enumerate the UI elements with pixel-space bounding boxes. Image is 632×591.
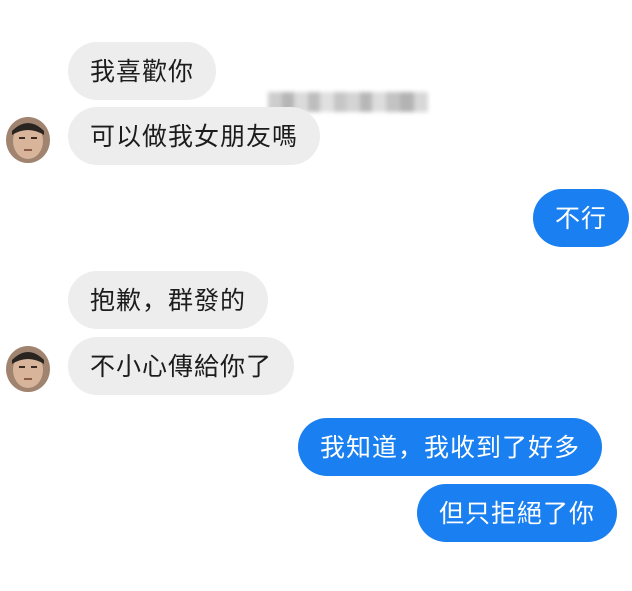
message-text: 抱歉，群發的 [90, 285, 247, 315]
message-text: 不小心傳給你了 [90, 351, 273, 381]
message-bubble-incoming[interactable]: 抱歉，群發的 [68, 271, 269, 329]
avatar[interactable] [6, 117, 50, 163]
user-photo-icon [6, 117, 50, 163]
message-text: 我知道，我收到了好多 [320, 432, 581, 462]
message-text: 但只拒絕了你 [439, 498, 596, 528]
user-photo-icon [6, 346, 50, 392]
message-bubble-incoming[interactable]: 我喜歡你 [68, 42, 217, 100]
message-text: 不行 [555, 203, 608, 233]
message-bubble-incoming[interactable]: 可以做我女朋友嗎 [68, 107, 321, 165]
avatar[interactable] [6, 346, 50, 392]
message-text: 我喜歡你 [90, 56, 195, 86]
message-bubble-incoming[interactable]: 不小心傳給你了 [68, 337, 295, 395]
chat-thread: 我喜歡你 可以做我女朋友嗎 不行 抱歉，群發的 不小心傳給你了 我知道，我收到了… [0, 0, 632, 591]
message-bubble-outgoing[interactable]: 但只拒絕了你 [417, 484, 618, 542]
message-bubble-outgoing[interactable]: 不行 [533, 189, 630, 247]
message-text: 可以做我女朋友嗎 [90, 121, 299, 151]
message-bubble-outgoing[interactable]: 我知道，我收到了好多 [298, 418, 603, 476]
